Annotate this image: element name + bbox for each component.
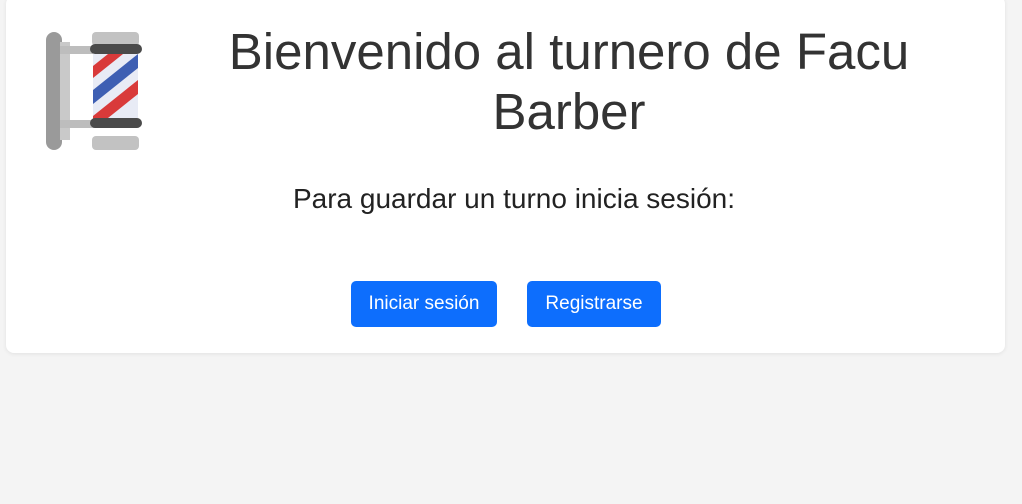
login-prompt-text: Para guardar un turno inicia sesión:	[292, 183, 736, 214]
welcome-card: Bienvenido al turnero de Facu Barber Par…	[6, 0, 1005, 353]
register-button[interactable]: Registrarse	[527, 281, 661, 327]
auth-actions: Iniciar sesión Registrarse	[6, 281, 1005, 327]
page-title: Bienvenido al turnero de Facu Barber	[228, 23, 910, 140]
barber-pole-icon	[46, 32, 142, 150]
login-button[interactable]: Iniciar sesión	[351, 281, 497, 327]
